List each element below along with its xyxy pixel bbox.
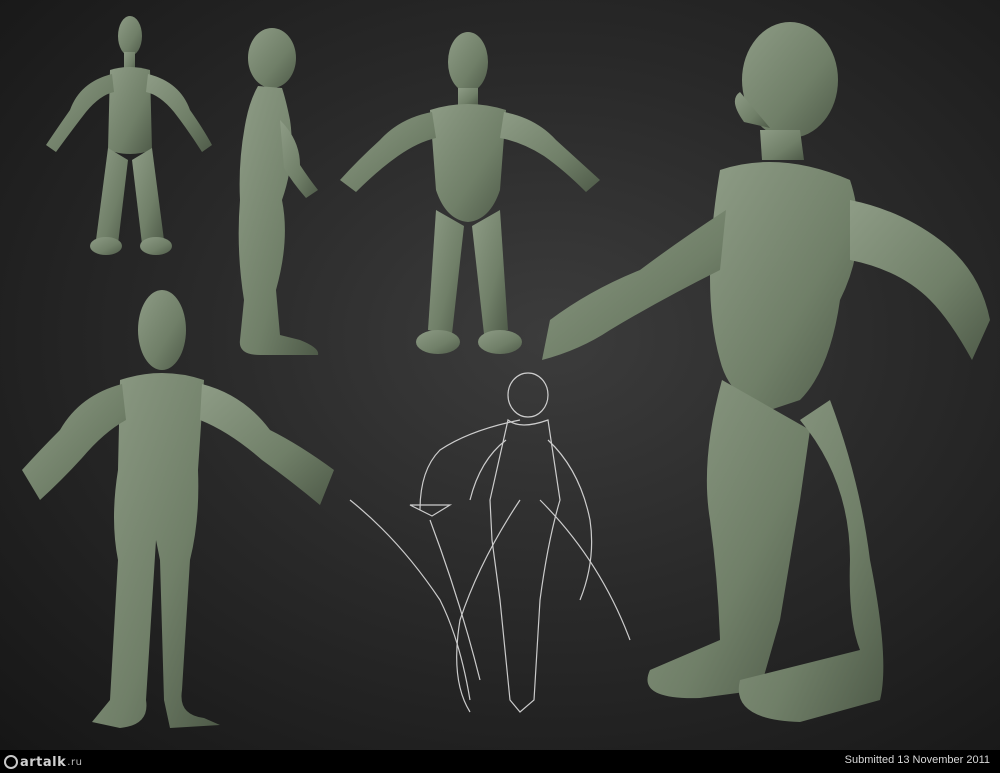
logo-suffix: .ru [67,756,83,768]
submitted-date: Submitted 13 November 2011 [844,754,990,766]
logo-text: artalk [20,754,67,770]
back-view-figure [22,290,334,728]
logo-ring-icon [4,755,18,769]
line-sketch-figure [349,372,631,713]
site-logo[interactable]: artalk .ru [4,753,82,771]
three-quarter-figure [542,22,990,722]
base-mesh-figure [46,16,212,255]
render-canvas [0,0,1000,750]
side-view-figure [238,28,319,355]
footer-bar: artalk .ru Submitted 13 November 2011 [0,750,1000,773]
front-view-figure [340,32,600,354]
